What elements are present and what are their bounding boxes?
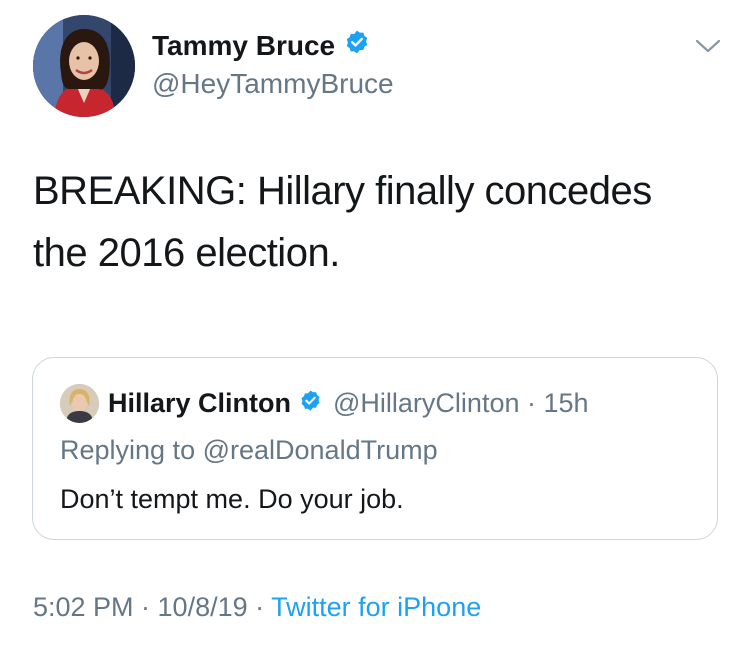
tweet-source-link[interactable]: Twitter for iPhone	[271, 592, 481, 622]
verified-badge-icon	[299, 389, 322, 417]
quoted-author-name: Hillary Clinton	[108, 387, 292, 418]
quoted-author-handle: @HillaryClinton · 15h	[333, 387, 589, 418]
replying-to: Replying to @realDonaldTrump	[60, 435, 438, 466]
replying-to-mention: @realDonaldTrump	[202, 435, 438, 465]
author-avatar[interactable]	[33, 15, 135, 117]
author-avatar-image	[33, 15, 135, 117]
tweet-footer: 5:02 PM · 10/8/19 · Twitter for iPhone	[33, 592, 481, 623]
tweet-text-line-2: the 2016 election.	[33, 231, 340, 275]
author-name-text: Tammy Bruce	[152, 30, 336, 61]
replying-to-prefix: Replying to	[60, 435, 203, 465]
verified-badge-icon	[344, 29, 370, 63]
quoted-author-avatar-image	[60, 383, 99, 423]
author-name[interactable]: Tammy Bruce	[152, 29, 370, 63]
tweet-timestamp: 5:02 PM · 10/8/19 ·	[33, 592, 272, 622]
tweet-text-line-1: BREAKING: Hillary finally concedes	[33, 169, 652, 213]
quoted-author-avatar	[60, 383, 99, 423]
quoted-tweet-text: Don’t tempt me. Do your job.	[60, 484, 404, 514]
quoted-tweet-header: Hillary Clinton @HillaryClinton · 15h	[60, 383, 589, 423]
quoted-tweet-card[interactable]: Hillary Clinton @HillaryClinton · 15h Re…	[32, 357, 718, 540]
author-handle[interactable]: @HeyTammyBruce	[152, 67, 394, 101]
tweet-text: BREAKING: Hillary finally concedes the 2…	[33, 160, 713, 284]
chevron-down-icon[interactable]	[694, 36, 722, 56]
